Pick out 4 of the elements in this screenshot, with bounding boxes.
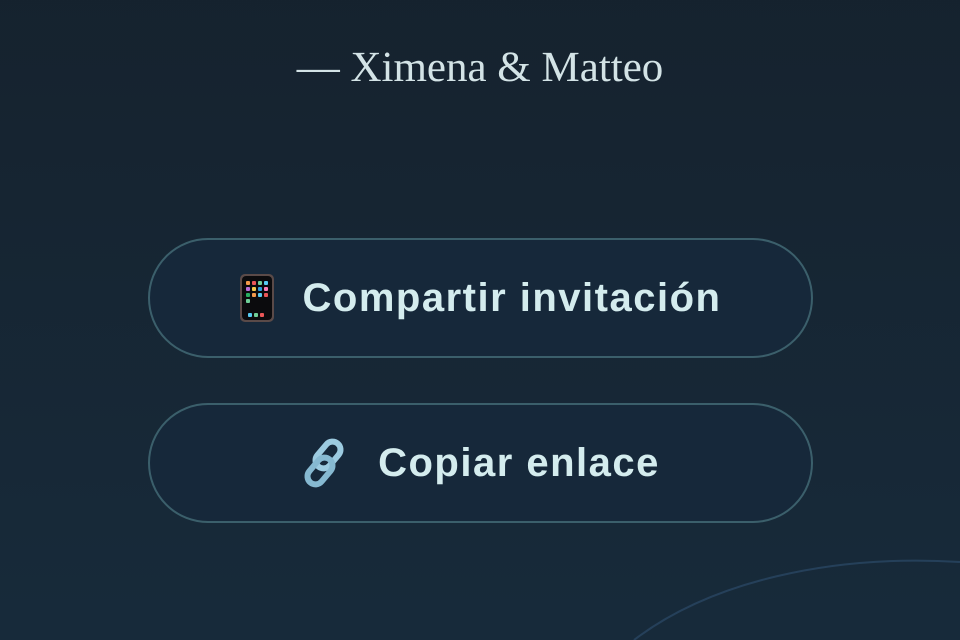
share-button[interactable]: Compartir invitación	[148, 238, 812, 358]
signature-text: — Ximena & Matteo	[296, 43, 664, 93]
share-button[interactable]: Copiar enlace	[148, 403, 812, 523]
phone-icon	[238, 273, 275, 323]
